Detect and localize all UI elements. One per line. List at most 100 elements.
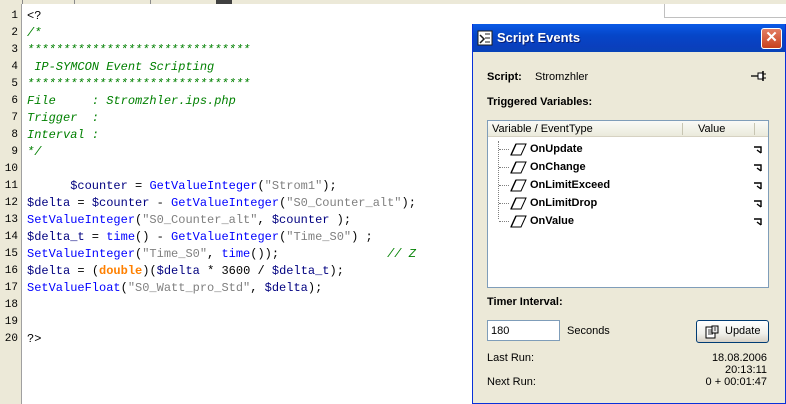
code-token: ******************************* [27,43,251,57]
code-token: "Strom1" [264,179,323,193]
script-label: Script: [487,71,522,83]
close-button[interactable]: ✕ [761,28,782,49]
code-token: time [106,230,136,244]
code-line[interactable]: $counter = GetValueInteger("Strom1"); [27,178,336,195]
code-token: /* [27,26,42,40]
line-number: 13 [4,214,18,226]
line-number: 17 [4,282,18,294]
code-line[interactable]: $delta = (double)($delta * 3600 / $delta… [27,263,344,280]
code-line[interactable]: <? [27,8,41,25]
line-number: 18 [4,299,18,311]
code-token: */ [27,145,42,159]
value-marker-icon [754,146,762,154]
code-token: $delta_t [271,264,330,278]
code-line[interactable]: */ [27,144,41,161]
code-token: ); [307,281,323,295]
event-row[interactable]: OnLimitExceed [498,177,768,195]
timer-interval-label: Timer Interval: [487,296,563,308]
code-token: $counter [91,196,150,210]
tree-connector [499,203,509,204]
code-line[interactable]: SetValueInteger("Time_S0", time()); // Z [27,246,416,263]
script-events-icon [477,30,493,46]
code-line[interactable]: ?> [27,331,41,348]
list-header: Variable / EventType Value [488,121,768,137]
code-token: "Time_S0" [142,247,208,261]
code-token: GetValueInteger [171,230,280,244]
value-marker-icon [754,164,762,172]
code-token: SetValueInteger [27,247,136,261]
code-token: () - [135,230,172,244]
code-line[interactable]: /* [27,25,41,42]
line-number: 9 [11,146,18,158]
column-header-value[interactable]: Value [698,123,725,135]
last-run-label: Last Run: [487,352,535,364]
code-token: // Z [279,247,416,261]
code-token: $delta [264,281,308,295]
line-number: 20 [4,333,18,345]
code-token: , [207,247,222,261]
triggered-variables-list[interactable]: Variable / EventType Value OnUpdate OnCha… [487,120,769,288]
timer-interval-input[interactable] [487,320,560,341]
code-token: ); [401,196,416,210]
code-token: ( [257,179,265,193]
timer-unit-label: Seconds [567,325,610,337]
line-number: 5 [11,78,18,90]
code-token: "S0_Counter_alt" [286,196,402,210]
code-token: "S0_Watt_pro_Std" [127,281,251,295]
code-token: $delta [27,264,71,278]
code-token: Trigger : [27,111,100,125]
code-line[interactable]: ******************************* [27,42,250,59]
event-type-name: OnChange [530,161,586,173]
code-token: $counter [271,213,330,227]
code-token: Interval : [27,128,100,142]
event-type-name: OnLimitExceed [530,179,611,191]
event-row[interactable]: OnUpdate [498,141,768,159]
line-number: 3 [11,44,18,56]
code-token: = [70,196,92,210]
code-token: = ( [70,264,100,278]
code-token: $delta [27,196,71,210]
code-line[interactable]: $delta_t = time() - GetValueInteger("Tim… [27,229,373,246]
dialog-titlebar[interactable]: Script Events ✕ [473,24,785,52]
code-line[interactable]: SetValueInteger("S0_Counter_alt", $count… [27,212,351,229]
code-token: ()); [250,247,280,261]
code-token: , [250,281,265,295]
line-number: 8 [11,129,18,141]
event-icon [510,143,527,156]
pin-icon[interactable] [751,71,767,81]
code-line[interactable]: File : Stromzhler.ips.php [27,93,236,110]
code-token: IP-SYMCON Event Scripting [27,60,215,74]
code-token: )( [142,264,157,278]
dialog-title: Script Events [497,30,581,45]
code-line[interactable]: SetValueFloat("S0_Watt_pro_Std", $delta)… [27,280,322,297]
event-row[interactable]: OnLimitDrop [498,195,768,213]
value-marker-icon [754,182,762,190]
update-icon [705,325,719,339]
code-token: = [127,179,150,193]
line-number: 7 [11,112,18,124]
event-type-name: OnUpdate [530,143,583,155]
code-token: - [149,196,172,210]
line-number: 19 [4,316,18,328]
tree-connector [499,167,509,168]
code-token: SetValueFloat [27,281,121,295]
tree-connector [499,185,509,186]
code-line[interactable]: Interval : [27,127,99,144]
code-line[interactable]: ******************************* [27,76,250,93]
code-line[interactable]: Trigger : [27,110,99,127]
event-row[interactable]: OnValue [498,213,768,231]
event-row[interactable]: OnChange [498,159,768,177]
update-button[interactable]: Update [696,320,769,343]
column-header-variable[interactable]: Variable / EventType [492,123,593,135]
code-token: ); [329,213,352,227]
tree-connector [499,149,509,150]
script-events-dialog: Script Events ✕ Script: Stromzhler Trigg… [472,24,786,404]
code-token: ******************************* [27,77,251,91]
code-line[interactable]: $delta = $counter - GetValueInteger("S0_… [27,195,416,212]
event-icon [510,197,527,210]
event-icon [510,215,527,228]
code-line[interactable]: IP-SYMCON Event Scripting [27,59,214,76]
code-token: ?> [27,332,42,346]
event-icon [510,179,527,192]
code-token: GetValueInteger [171,196,280,210]
